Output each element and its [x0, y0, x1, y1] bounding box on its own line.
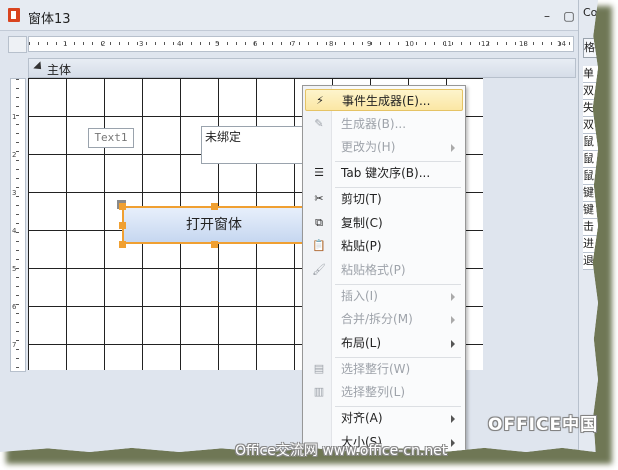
property-row[interactable]: 鼠	[583, 134, 598, 151]
ruler-number: 3	[12, 189, 17, 197]
ruler-number: 1	[12, 113, 17, 121]
context-menu: ⚡ 事件生成器(E)... ✎ 生成器(B)... 更改为(H) ☰ Tab 键次序(B).…	[302, 85, 466, 452]
submenu-arrow-icon	[451, 292, 455, 301]
menu-item[interactable]: ⚡ 事件生成器(E)...	[305, 89, 463, 111]
paste-format-icon: 🖌	[312, 262, 326, 276]
resize-handle[interactable]	[119, 241, 126, 248]
resize-handle[interactable]	[119, 222, 126, 229]
ruler-number: 6	[253, 40, 258, 48]
ruler-number: 14	[557, 40, 566, 48]
ruler-number: 3	[139, 40, 144, 48]
resize-handle[interactable]	[211, 241, 218, 248]
ruler-number: 4	[177, 40, 182, 48]
menu-item[interactable]: ✎ 生成器(B)...	[305, 113, 463, 135]
ruler-number: 9	[367, 40, 372, 48]
submenu-arrow-icon	[451, 340, 455, 348]
menu-item-label: 剪切(T)	[341, 191, 382, 206]
copy-icon: ⧉	[315, 215, 323, 229]
resize-handle[interactable]	[119, 203, 126, 210]
menu-item[interactable]: 🖌 粘贴格式(P)	[305, 259, 463, 281]
form-design-window: 窗体13 – ▢ 123456789101112131415 1234567 主…	[0, 0, 598, 452]
section-label: 主体	[47, 63, 72, 77]
ruler-number: 7	[291, 40, 296, 48]
menu-item[interactable]: ▥ 选择整列(L)	[305, 381, 463, 403]
menu-item-label: 更改为(H)	[341, 140, 396, 155]
property-row[interactable]: 键	[583, 202, 598, 219]
detail-section-bar[interactable]: 主体	[28, 58, 576, 78]
event-builder-icon: ⚡	[316, 94, 324, 107]
text1-textbox[interactable]: Text1	[88, 128, 134, 148]
menu-item[interactable]: ☰ Tab 键次序(B)...	[305, 162, 463, 184]
ruler-number: 5	[12, 265, 17, 273]
menu-item-label: 粘贴(P)	[341, 239, 382, 254]
menu-item-label: 事件生成器(E)...	[342, 94, 431, 108]
site-watermark: Office交流网 www.office-cn.net	[235, 443, 448, 459]
select-row-icon: ▤	[313, 361, 325, 375]
ruler-number: 7	[12, 341, 17, 349]
ruler-number: 6	[12, 303, 17, 311]
menu-item-label: 合并/拆分(M)	[341, 312, 413, 327]
menu-item-label: 生成器(B)...	[341, 116, 407, 131]
property-row[interactable]: 击	[583, 219, 598, 236]
menu-item-label: 对齐(A)	[341, 411, 383, 426]
restore-button[interactable]: ▢	[562, 9, 576, 23]
form-outside-area	[483, 78, 574, 370]
ruler-number: 13	[519, 40, 528, 48]
menu-item-label: 复制(C)	[341, 215, 383, 230]
menu-item[interactable]: ▤ 选择整行(W)	[305, 358, 463, 380]
ruler-number: 1	[63, 40, 68, 48]
menu-item[interactable]: 插入(I)	[305, 285, 463, 307]
menu-item-label: 选择整列(L)	[341, 385, 406, 400]
menu-item[interactable]: ✂ 剪切(T)	[305, 188, 463, 210]
open-form-button[interactable]: 打开窗体	[122, 206, 306, 244]
menu-item-label: 选择整行(W)	[341, 361, 411, 376]
section-collapse-icon	[33, 61, 45, 73]
title-bar: 窗体13 – ▢	[0, 0, 578, 31]
menu-item[interactable]: 合并/拆分(M)	[305, 308, 463, 330]
minimize-button[interactable]: –	[540, 9, 554, 23]
menu-item-label: 布局(L)	[341, 336, 382, 350]
menu-item-label: 插入(I)	[341, 288, 378, 303]
menu-item[interactable]: 对齐(A)	[305, 407, 463, 429]
submenu-arrow-icon	[451, 316, 455, 325]
horizontal-ruler[interactable]: 123456789101112131415	[28, 36, 598, 52]
ruler-number: 11	[443, 40, 452, 48]
property-row[interactable]: 鼠	[583, 151, 598, 168]
menu-item-label: 粘贴格式(P)	[341, 262, 406, 277]
office-app-icon	[8, 8, 20, 22]
menu-item[interactable]: 📋 粘贴(P)	[305, 235, 463, 257]
unbound-textbox[interactable]: 未绑定	[201, 126, 303, 164]
menu-item[interactable]: 布局(L)	[305, 332, 463, 354]
builder-icon: ✎	[314, 116, 324, 130]
cut-icon: ✂	[314, 191, 324, 205]
submenu-arrow-icon	[451, 438, 455, 447]
ruler-corner[interactable]	[8, 36, 27, 53]
property-sheet-panel: Co 格式 单双失双鼠鼠鼠键键击进退	[578, 0, 598, 452]
ruler-number: 12	[481, 40, 490, 48]
submenu-arrow-icon	[451, 415, 455, 424]
vertical-ruler[interactable]: 1 2 3 4 5 6 7	[10, 78, 26, 372]
ruler-number: 4	[12, 227, 17, 235]
property-sheet-header: Co	[583, 6, 598, 19]
brand-watermark: OFFICE中国	[488, 415, 599, 435]
select-column-icon: ▥	[313, 385, 325, 399]
ruler-number: 2	[12, 151, 17, 159]
resize-handle[interactable]	[211, 203, 218, 210]
tab-order-icon: ☰	[314, 166, 324, 180]
ruler-number: 5	[215, 40, 220, 48]
window-title: 窗体13	[28, 12, 71, 27]
ruler-number: 2	[101, 40, 106, 48]
property-row[interactable]: 单	[583, 66, 598, 83]
submenu-arrow-icon	[451, 144, 455, 153]
ruler-number: 10	[405, 40, 414, 48]
menu-item-label: Tab 键次序(B)...	[341, 166, 431, 181]
menu-item[interactable]: 更改为(H)	[305, 136, 463, 158]
paste-icon: 📋	[312, 239, 326, 253]
menu-item[interactable]: ⧉ 复制(C)	[305, 212, 463, 234]
ruler-number: 8	[329, 40, 334, 48]
